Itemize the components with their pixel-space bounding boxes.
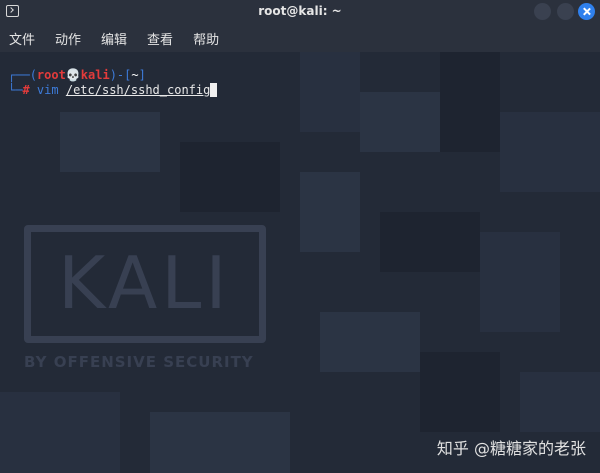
terminal-window: root@kali: ~ 文件 动作 编辑 查看 帮助 KALI BY OFFE…: [0, 0, 600, 473]
kali-logo-subtitle: BY OFFENSIVE SECURITY: [24, 353, 254, 371]
skull-icon: 💀: [65, 68, 81, 82]
command-name: vim: [36, 83, 59, 97]
prompt-directory: ~: [131, 68, 139, 82]
menu-action[interactable]: 动作: [52, 27, 84, 50]
maximize-button[interactable]: [557, 3, 574, 20]
menu-view[interactable]: 查看: [144, 27, 176, 50]
prompt-open-paren: (: [29, 68, 37, 82]
menu-help[interactable]: 帮助: [190, 27, 222, 50]
prompt-close-bracket: ]: [138, 68, 146, 82]
title-bar[interactable]: root@kali: ~: [0, 0, 600, 24]
text-cursor: [210, 83, 218, 97]
menu-file[interactable]: 文件: [6, 27, 38, 50]
shell-prompt: ┌──(root💀kali)-[~] └─# vim /etc/ssh/sshd…: [8, 68, 218, 98]
prompt-corner-top: ┌──: [8, 68, 30, 82]
minimize-button[interactable]: [534, 3, 551, 20]
prompt-user: root: [36, 68, 66, 82]
terminal-area[interactable]: KALI BY OFFENSIVE SECURITY ┌──(root💀kali…: [0, 52, 600, 473]
close-button[interactable]: [578, 3, 595, 20]
kali-logo: KALI BY OFFENSIVE SECURITY: [24, 225, 268, 375]
command-argument: /etc/ssh/sshd_config: [65, 83, 211, 97]
watermark: 知乎 @糖糖家的老张: [436, 439, 586, 458]
menu-edit[interactable]: 编辑: [98, 27, 130, 50]
prompt-separator: )-[: [109, 68, 132, 82]
menu-bar: 文件 动作 编辑 查看 帮助: [0, 24, 600, 52]
prompt-hash: #: [22, 83, 30, 97]
window-title: root@kali: ~: [258, 4, 342, 18]
prompt-corner-bottom: └─: [8, 83, 23, 97]
kali-logo-text: KALI: [58, 241, 231, 325]
prompt-host: kali: [80, 68, 110, 82]
